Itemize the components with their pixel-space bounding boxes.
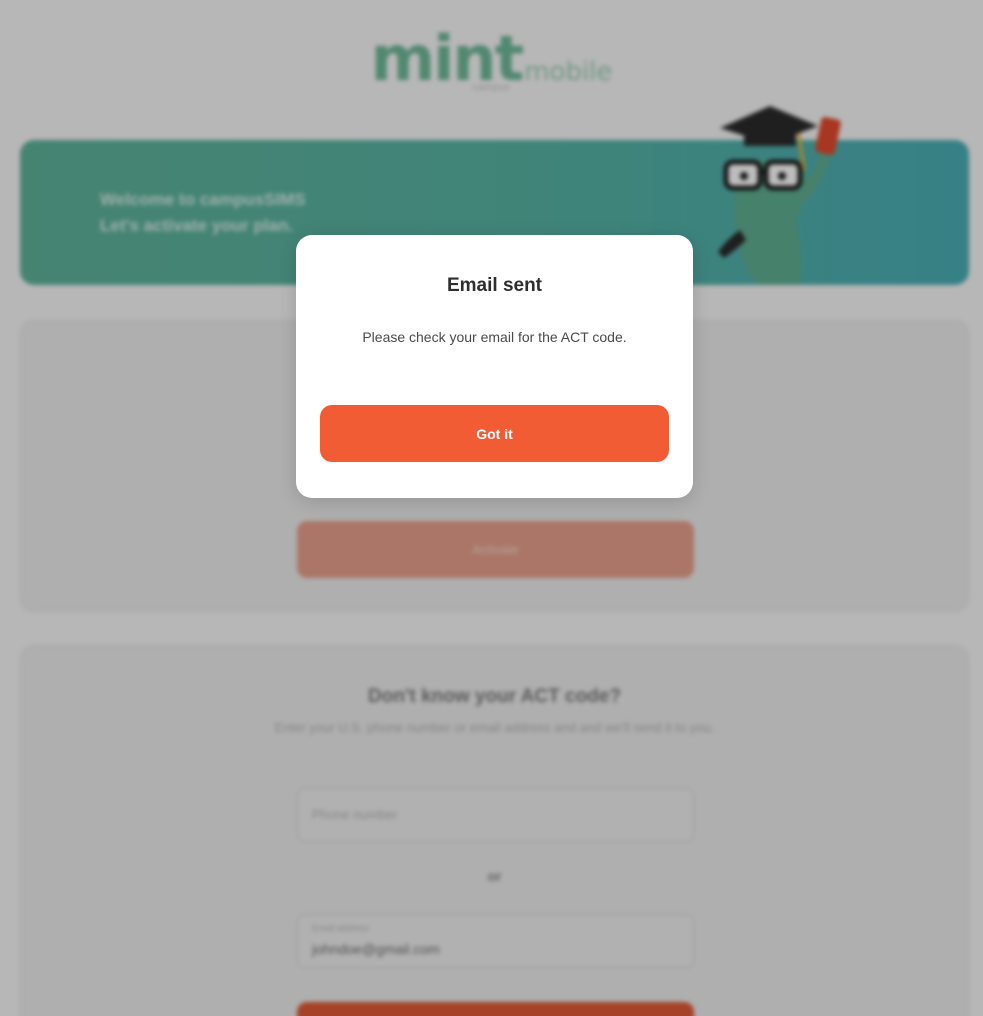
got-it-button[interactable]: Got it (320, 405, 669, 462)
dialog-message: Please check your email for the ACT code… (362, 329, 627, 345)
dialog-title: Email sent (446, 275, 543, 296)
email-sent-dialog: Email sent Please check your email for t… (296, 235, 693, 498)
activation-page: mintmobile campus Welcome to campusSIMS … (0, 0, 983, 1016)
modal-overlay[interactable] (0, 0, 983, 1016)
